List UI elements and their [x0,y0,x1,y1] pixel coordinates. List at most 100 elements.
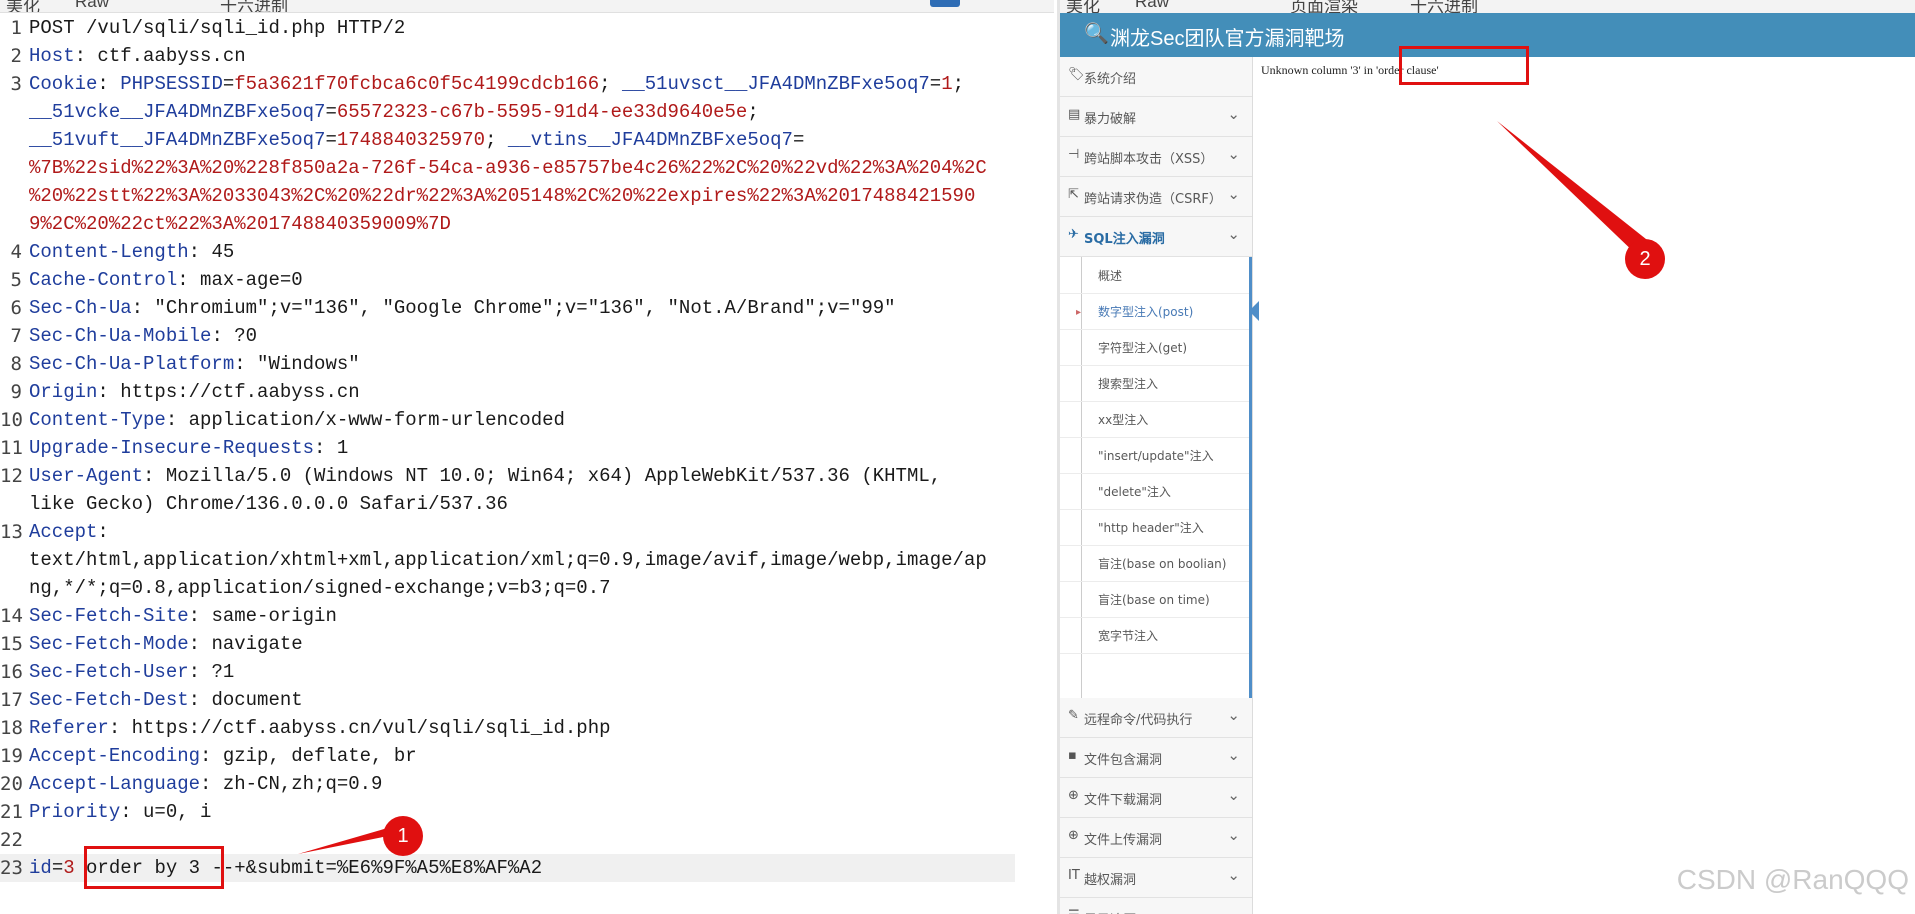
line-number: 8 [10,353,22,375]
menu-icon: ⊣ [1068,147,1080,162]
request-line[interactable]: 4 Content-Length: 45 [0,238,1054,266]
menu-icon: ⊕ [1068,828,1079,843]
request-line[interactable]: 10 Content-Type: application/x-www-form-u… [0,406,1054,434]
request-line[interactable]: __51vcke__JFA4DMnZBFxe5oq7=65572323-c67b… [0,98,1054,126]
line-number: 15 [0,633,23,655]
request-line[interactable]: 2 Host: ctf.aabyss.cn [0,42,1054,70]
sidebar-item[interactable]: ⊕ 文件下载漏洞 ⌄ [1060,778,1252,818]
sidebar-item-label: 远程命令/代码执行 [1084,713,1193,728]
sidebar-item[interactable]: ⊣ 跨站脚本攻击（XSS） ⌄ [1060,137,1252,177]
submenu-item[interactable]: 宽字节注入 [1060,617,1249,654]
line-text: Cache-Control: max-age=0 [29,269,303,291]
submenu-item[interactable]: xx型注入 [1060,401,1249,438]
callout-badge-2: 2 [1625,239,1665,279]
chevron-down-icon: ⌄ [1227,185,1240,203]
request-line[interactable]: 15 Sec-Fetch-Mode: navigate [0,630,1054,658]
submenu-item[interactable]: 盲注(base on time) [1060,581,1249,618]
tab-raw[interactable]: Raw [75,0,109,12]
request-line[interactable]: 6 Sec-Ch-Ua: "Chromium";v="136", "Google … [0,294,1054,322]
menu-icon: ⊕ [1068,788,1079,803]
active-bullet-icon: ▸ [1076,307,1082,318]
line-number: 9 [10,381,22,403]
request-line[interactable]: 3 Cookie: PHPSESSID=f5a3621f70fcbca6c0f5c… [0,70,1054,98]
line-text: __51vcke__JFA4DMnZBFxe5oq7=65572323-c67b… [29,101,759,123]
submenu-item[interactable]: 盲注(base on boolian) [1060,545,1249,582]
request-line[interactable]: 7 Sec-Ch-Ua-Mobile: ?0 [0,322,1054,350]
line-number: 21 [0,801,23,823]
site-title[interactable]: 渊龙Sec团队官方漏洞靶场 [1110,22,1344,51]
request-line[interactable]: 12 User-Agent: Mozilla/5.0 (Windows NT 10… [0,462,1054,490]
menu-icon: ✈ [1068,227,1079,242]
submenu-item[interactable]: 概述 [1060,257,1249,294]
line-text: Sec-Fetch-Dest: document [29,689,303,711]
callout-badge-1: 1 [383,816,423,856]
line-text: Accept-Language: zh-CN,zh;q=0.9 [29,773,383,795]
request-line[interactable]: 9 Origin: https://ctf.aabyss.cn [0,378,1054,406]
request-line[interactable]: 13 Accept: [0,518,1054,546]
sidebar-item-label: SQL注入漏洞 [1084,232,1165,247]
tab-hex[interactable]: 十六进制 [1410,0,1478,13]
sidebar-item[interactable]: ⇱ 跨站请求伪造（CSRF） ⌄ [1060,177,1252,217]
request-line[interactable]: 20 Accept-Language: zh-CN,zh;q=0.9 [0,770,1054,798]
request-line[interactable]: 9%2C%20%22ct%22%3A%201748840359009%7D [0,210,1054,238]
request-line[interactable]: 18 Referer: https://ctf.aabyss.cn/vul/sql… [0,714,1054,742]
line-number: 22 [0,829,23,851]
submenu-item-label: 概述 [1098,269,1123,283]
tab-pretty[interactable]: 美化 [1066,0,1100,13]
line-text: text/html,application/xhtml+xml,applicat… [29,549,987,571]
sidebar-item[interactable]: ✎ 远程命令/代码执行 ⌄ [1060,698,1252,738]
submenu-item[interactable]: "delete"注入 [1060,473,1249,510]
request-line[interactable]: 16 Sec-Fetch-User: ?1 [0,658,1054,686]
request-line[interactable]: 11 Upgrade-Insecure-Requests: 1 [0,434,1054,462]
sidebar-item[interactable]: IT 越权漏洞 ⌄ [1060,858,1252,898]
request-line[interactable]: 1 POST /vul/sqli/sqli_id.php HTTP/2 [0,14,1054,42]
request-line[interactable]: text/html,application/xhtml+xml,applicat… [0,546,1054,574]
line-number: 6 [10,297,22,319]
request-line[interactable]: ng,*/*;q=0.8,application/signed-exchange… [0,574,1054,602]
tab-pretty[interactable]: 美化 [6,0,40,12]
line-number: 11 [0,437,23,459]
submenu-item-label: "insert/update"注入 [1098,449,1214,463]
sidebar-item-label: 跨站请求伪造（CSRF） [1084,192,1222,207]
sql-injection-submenu: 概述 ▸ 数字型注入(post) 字符型注入(get) 搜索型注入 xx型注入 "inser… [1060,257,1259,698]
submenu-item[interactable]: "http header"注入 [1060,509,1249,546]
request-line[interactable]: %7B%22sid%22%3A%20%228f850a2a-726f-54ca-… [0,154,1054,182]
sidebar-item[interactable]: ☰ 目录遍历 ⌄ [1060,898,1252,914]
line-number: 7 [10,325,22,347]
chevron-down-icon: ⌄ [1227,746,1240,764]
request-line[interactable]: like Gecko) Chrome/136.0.0.0 Safari/537.… [0,490,1054,518]
line-text: Sec-Ch-Ua-Platform: "Windows" [29,353,360,375]
submenu-item[interactable]: 字符型注入(get) [1060,329,1249,366]
line-text: Sec-Fetch-Mode: navigate [29,633,303,655]
request-line[interactable]: 5 Cache-Control: max-age=0 [0,266,1054,294]
sidebar-item[interactable]: ▤ 暴力破解 ⌄ [1060,97,1252,137]
tab-render[interactable]: 页面渲染 [1290,0,1358,13]
request-view-tabs: 美化 Raw 十六进制 [0,0,1054,13]
request-line[interactable]: 14 Sec-Fetch-Site: same-origin [0,602,1054,630]
request-line[interactable]: 17 Sec-Fetch-Dest: document [0,686,1054,714]
request-line[interactable]: 8 Sec-Ch-Ua-Platform: "Windows" [0,350,1054,378]
request-line[interactable]: %20%22stt%22%3A%2033043%2C%20%22dr%22%3A… [0,182,1054,210]
request-editor-panel[interactable]: 美化 Raw 十六进制 1 POST /vul/sqli/sqli_id.php … [0,0,1054,914]
line-text: 9%2C%20%22ct%22%3A%201748840359009%7D [29,213,451,235]
request-line[interactable]: __51vuft__JFA4DMnZBFxe5oq7=1748840325970… [0,126,1054,154]
menu-icon: 🏷 [1068,67,1085,82]
line-number: 19 [0,745,23,767]
menu-icon: ▪ [1068,748,1077,763]
submenu-item[interactable]: 搜索型注入 [1060,365,1249,402]
submenu-item[interactable]: "insert/update"注入 [1060,437,1249,474]
request-line[interactable]: 19 Accept-Encoding: gzip, deflate, br [0,742,1054,770]
sidebar-item[interactable]: ✈ SQL注入漏洞 ⌄ [1060,217,1252,257]
sidebar-item[interactable]: ▪ 文件包含漏洞 ⌄ [1060,738,1252,778]
chevron-down-icon: ⌄ [1227,105,1240,123]
sidebar-item[interactable]: ⊕ 文件上传漏洞 ⌄ [1060,818,1252,858]
sidebar-item[interactable]: 🏷 系统介绍 [1060,57,1252,97]
tab-raw[interactable]: Raw [1135,0,1169,12]
key-icon: 🔍 [1084,23,1109,45]
editor-options-button[interactable] [930,0,960,7]
submenu-item[interactable]: ▸ 数字型注入(post) [1060,293,1259,330]
tab-hex[interactable]: 十六进制 [220,0,288,12]
request-line[interactable]: 21 Priority: u=0, i [0,798,1054,826]
page-content: Unknown column '3' in 'order clause' 2 [1253,46,1915,914]
line-number: 16 [0,661,23,683]
